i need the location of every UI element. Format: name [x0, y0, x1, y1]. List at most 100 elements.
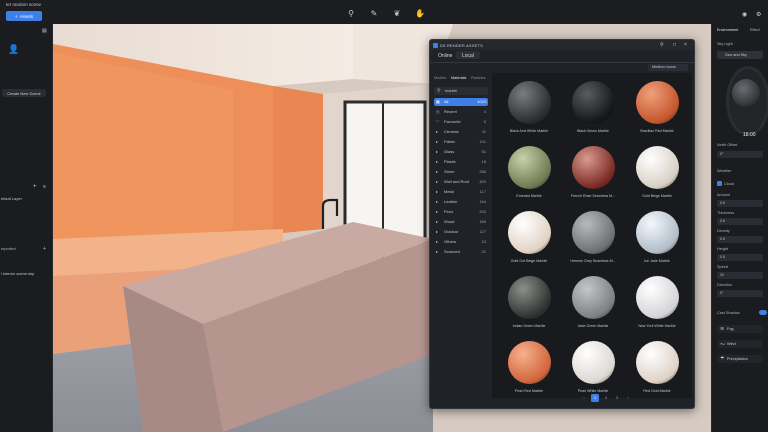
- tab-environment[interactable]: Environment: [717, 28, 738, 32]
- category-icon: ▸: [436, 129, 439, 134]
- category-label: Leather: [444, 199, 458, 204]
- add-layer-icon[interactable]: +: [33, 184, 37, 190]
- category-label: All: [444, 99, 449, 104]
- imported-file[interactable]: l interior scene.skp: [1, 271, 34, 276]
- category-item-glass[interactable]: ▸ Glass 51: [434, 148, 488, 156]
- material-card[interactable]: Red Gold Marble: [622, 337, 686, 401]
- pin-icon[interactable]: ⚲: [660, 42, 664, 48]
- category-item-favourite[interactable]: ♡ Favourite 0: [434, 118, 488, 126]
- category-item-ceramic[interactable]: ▸ Ceramic 11: [434, 128, 488, 136]
- north-offset-field[interactable]: 0°: [717, 151, 763, 158]
- material-card[interactable]: Jade Green Marble: [558, 272, 622, 336]
- category-item-floor[interactable]: ▸ Floor 343: [434, 208, 488, 216]
- category-item-wood[interactable]: ▸ Wood 189: [434, 218, 488, 226]
- pagination: ‹ 1 2 3 ›: [580, 394, 632, 402]
- page-button[interactable]: 1: [591, 394, 599, 402]
- cast-shadow-toggle[interactable]: [759, 310, 767, 315]
- camera-icon[interactable]: ◉: [742, 11, 747, 18]
- material-card[interactable]: Gold Got Beige Marble: [494, 207, 558, 271]
- height-field[interactable]: 0.5: [717, 254, 763, 261]
- layer-name[interactable]: efault Layer: [1, 196, 22, 201]
- material-preview: [508, 341, 551, 384]
- category-item-wall-and-roof[interactable]: ▸ Wall and Roof 400: [434, 178, 488, 186]
- category-item-metal[interactable]: ▸ Metal 117: [434, 188, 488, 196]
- maximize-icon[interactable]: □: [673, 42, 676, 48]
- category-count: 164: [479, 199, 486, 204]
- hand-icon[interactable]: ✋: [415, 9, 425, 19]
- material-name: Emerald Marble: [516, 194, 542, 198]
- imported-label: mported: [1, 246, 16, 251]
- material-card[interactable]: Black Venus Marble: [558, 77, 622, 141]
- wind-icon: 〜: [720, 342, 726, 348]
- category-item-plastic[interactable]: ▸ Plastic 18: [434, 158, 488, 166]
- material-card[interactable]: Emerald Marble: [494, 142, 558, 206]
- material-card[interactable]: Pearl White Marble: [558, 337, 622, 401]
- sort-dropdown[interactable]: Medium Icons: [648, 64, 688, 71]
- create-scene-button[interactable]: Create New Scene: [2, 89, 46, 97]
- material-card[interactable]: Hermes Grey Seamless M...: [558, 207, 622, 271]
- settings-icon[interactable]: ⚙: [756, 11, 761, 18]
- category-count: 51: [481, 149, 486, 154]
- material-name: Gold Got Beige Marble: [510, 259, 548, 263]
- menu-icon[interactable]: ≡: [43, 184, 46, 190]
- category-count: 117: [479, 189, 486, 194]
- cast-shadow-label: Cast Shadow: [717, 311, 740, 315]
- sky-light-label: Sky Light: [717, 42, 733, 46]
- material-card[interactable]: Black And White Marble: [494, 77, 558, 141]
- material-card[interactable]: Indian Green Marble: [494, 272, 558, 336]
- close-icon[interactable]: ×: [684, 42, 687, 48]
- category-count: 22: [481, 249, 486, 254]
- category-label: Recent: [444, 109, 457, 114]
- category-icon: ▸: [436, 249, 439, 254]
- category-icon: ▸: [436, 199, 439, 204]
- category-item-others[interactable]: ▸ Others 23: [434, 238, 488, 246]
- material-brush-icon[interactable]: ✎: [369, 9, 379, 19]
- panel-header: D5 RENDER ASSETS ⚲ □ ×: [430, 40, 694, 50]
- material-preview: [572, 341, 615, 384]
- category-item-leather[interactable]: ▸ Leather 164: [434, 198, 488, 206]
- material-card[interactable]: Gold Beige Marble: [622, 142, 686, 206]
- material-card[interactable]: Pearl Red Marble: [494, 337, 558, 401]
- material-card[interactable]: Ice Jade Marble: [622, 207, 686, 271]
- density-field[interactable]: 0.5: [717, 236, 763, 243]
- subtab-particles[interactable]: Particles: [471, 76, 486, 80]
- material-card[interactable]: New York White Marble: [622, 272, 686, 336]
- page-button[interactable]: 3: [613, 394, 621, 402]
- assets-button[interactable]: + Assets: [6, 11, 42, 21]
- material-name: Jade Green Marble: [577, 324, 609, 328]
- search-input[interactable]: marble: [434, 87, 488, 95]
- category-item-fabric[interactable]: ▸ Fabric 141: [434, 138, 488, 146]
- scene-title: ter random scene: [6, 2, 42, 7]
- page-button[interactable]: 2: [602, 394, 610, 402]
- leaf-icon[interactable]: ❦: [392, 9, 402, 19]
- speed-field[interactable]: 20: [717, 272, 763, 279]
- material-name: Pearl White Marble: [577, 389, 609, 393]
- material-preview: [636, 146, 679, 189]
- thickness-field[interactable]: 0.5: [717, 218, 763, 225]
- category-item-recent[interactable]: ◷ Recent 4: [434, 108, 488, 116]
- material-preview: [636, 276, 679, 319]
- subtab-materials[interactable]: Materials: [451, 76, 466, 80]
- material-preview: [636, 341, 679, 384]
- tab-local[interactable]: Local: [462, 53, 474, 59]
- amount-field[interactable]: 0.5: [717, 200, 763, 207]
- sky-mode-select[interactable]: Geo and Sky: [717, 51, 763, 59]
- add-import-icon[interactable]: +: [43, 246, 46, 252]
- category-count: 141: [479, 139, 486, 144]
- lightbulb-icon[interactable]: ⚲: [346, 9, 356, 19]
- tab-effect[interactable]: Effect: [750, 28, 760, 32]
- direction-field[interactable]: 0°: [717, 290, 763, 297]
- material-card[interactable]: French Rose Seamless M...: [558, 142, 622, 206]
- prev-page-button[interactable]: ‹: [580, 394, 588, 402]
- layers-icon[interactable]: ▤: [42, 28, 47, 34]
- cloud-checkbox[interactable]: [717, 181, 722, 186]
- next-page-button[interactable]: ›: [624, 394, 632, 402]
- category-count: 189: [479, 219, 486, 224]
- category-item-stone[interactable]: ▸ Stone 288: [434, 168, 488, 176]
- category-item-all[interactable]: ▦ All 1023: [434, 98, 488, 106]
- subtab-models[interactable]: Models: [434, 76, 446, 80]
- material-card[interactable]: Brazilian Red Marble: [622, 77, 686, 141]
- category-item-scanned[interactable]: ▸ Scanned 22: [434, 248, 488, 256]
- tab-online[interactable]: Online: [438, 53, 452, 59]
- category-item-outdoor[interactable]: ▸ Outdoor 127: [434, 228, 488, 236]
